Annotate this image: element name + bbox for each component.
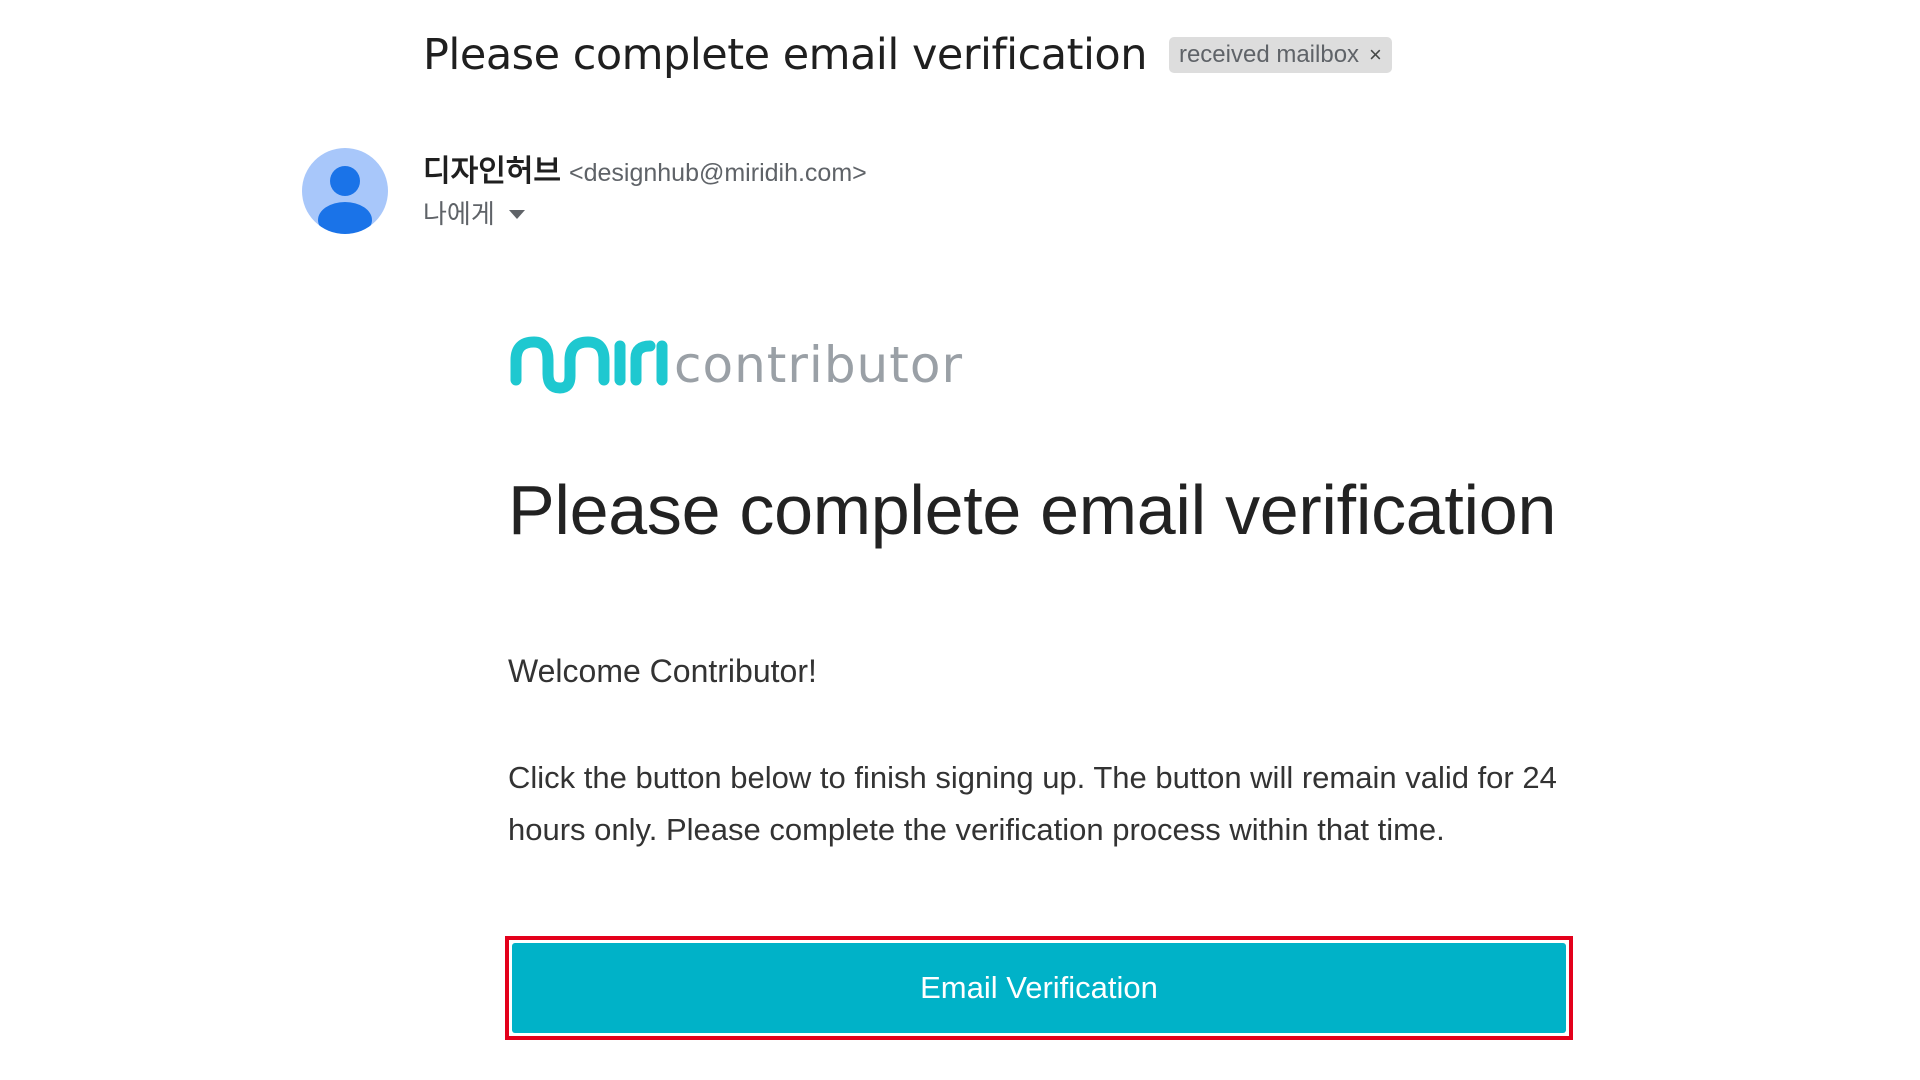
email-verification-button[interactable]: Email Verification [512, 943, 1566, 1033]
subject-row: Please complete email verification recei… [423, 30, 1392, 80]
miri-contributor-logo: contributor [508, 330, 963, 396]
chevron-down-icon[interactable] [508, 210, 525, 219]
email-subject: Please complete email verification [423, 30, 1147, 80]
recipient-details-toggle[interactable]: 나에게 [423, 194, 525, 231]
label-chip[interactable]: received mailbox × [1168, 37, 1392, 73]
recipient-label: 나에게 [423, 199, 495, 229]
person-icon [318, 166, 372, 234]
label-chip-text: received mailbox [1178, 41, 1360, 68]
welcome-text: Welcome Contributor! [508, 653, 817, 689]
sender-line: 디자인허브 <designhub@miridih.com> [423, 146, 867, 190]
logo-wordmark: contributor [674, 336, 964, 394]
miri-logo-mark [510, 336, 668, 394]
instructions-text: Click the button below to finish signing… [508, 760, 1557, 847]
button-highlight-box: Email Verification [505, 936, 1573, 1040]
remove-label-icon[interactable]: × [1369, 42, 1382, 68]
sender-name[interactable]: 디자인허브 [423, 146, 561, 190]
sender-avatar[interactable] [302, 148, 388, 234]
sender-email: <designhub@miridih.com> [569, 159, 867, 187]
body-title: Please complete email verification [508, 471, 1557, 549]
email-view: Please complete email verification recei… [0, 0, 1920, 1080]
